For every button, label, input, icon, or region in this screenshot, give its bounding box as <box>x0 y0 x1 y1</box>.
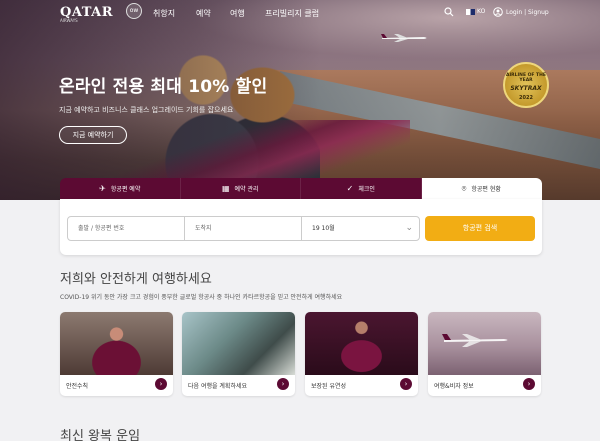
latest-fares-title: 최신 왕복 운임 <box>60 429 141 441</box>
safe-travel-title: 저희와 안전하게 여행하세요 <box>60 272 212 287</box>
card-travel-visa[interactable]: 여행&비자 정보 › <box>428 312 541 396</box>
book-now-button[interactable]: 지금 예약하기 <box>59 126 127 144</box>
card-plan-trip[interactable]: 다음 여행을 계획하세요 › <box>182 312 295 396</box>
departure-input[interactable]: 출발 / 항공편 번호 <box>67 216 185 241</box>
card-image <box>428 312 541 375</box>
arrow-right-icon[interactable]: › <box>155 378 167 390</box>
date-value: 19 10월 <box>312 225 335 232</box>
nav-privilege-club[interactable]: 프리빌리지 클럽 <box>265 8 319 19</box>
nav-book[interactable]: 예약 <box>196 8 211 19</box>
airplane-icon <box>442 334 508 347</box>
language-selector[interactable]: KO <box>477 8 485 15</box>
plane-icon: ✈ <box>99 184 106 193</box>
card-flexibility[interactable]: 보장된 유연성 › <box>305 312 418 396</box>
calendar-icon: ▦ <box>221 184 230 193</box>
card-image <box>305 312 418 375</box>
tab-label: 예약 관리 <box>234 186 259 193</box>
tab-label: 항공편 예약 <box>110 186 141 193</box>
card-image <box>60 312 173 375</box>
arrow-right-icon[interactable]: › <box>277 378 289 390</box>
arrow-right-icon[interactable]: › <box>400 378 412 390</box>
award-line3: 2022 <box>519 95 533 101</box>
booking-panel: 출발 / 항공편 번호 도착지 19 10월 ⌄ 항공편 검색 <box>60 199 542 255</box>
login-signup-link[interactable]: Login | Signup <box>506 9 549 16</box>
tab-label: 항공편 현황 <box>471 186 501 193</box>
tab-check-in[interactable]: ✓ 체크인 <box>301 178 422 199</box>
destination-input[interactable]: 도착지 <box>184 216 302 241</box>
hero-headline: 온라인 전용 최대 10% 할인 <box>59 77 268 97</box>
tab-manage-booking[interactable]: ▦ 예약 관리 <box>180 178 301 199</box>
tab-label: 체크인 <box>358 186 375 193</box>
flag-icon[interactable] <box>466 9 475 15</box>
award-line1: AIRLINE OF THE YEAR <box>506 73 546 83</box>
user-icon[interactable] <box>493 7 503 20</box>
date-select[interactable]: 19 10월 ⌄ <box>301 216 420 241</box>
card-image <box>182 312 295 375</box>
award-line2: SKYTRAX <box>510 85 542 92</box>
arrow-right-icon[interactable]: › <box>523 378 535 390</box>
award-badge: AIRLINE OF THE YEAR SKYTRAX 2022 <box>503 62 549 108</box>
airplane-icon <box>381 34 427 42</box>
safe-travel-description: COVID-19 위기 동안 가장 크고 경험이 풍부한 글로벌 항공사 중 하… <box>60 294 343 301</box>
location-icon: ⌾ <box>461 183 467 193</box>
oneworld-logo: ow <box>126 3 142 19</box>
search-flights-button[interactable]: 항공편 검색 <box>425 216 535 241</box>
top-nav: QATAR AIRWAYS ow 취항지 예약 여행 프리빌리지 클럽 KO L… <box>0 0 600 26</box>
logo-subtitle: AIRWAYS <box>60 18 78 23</box>
hero-banner: AIRLINE OF THE YEAR SKYTRAX 2022 온라인 전용 … <box>0 0 600 200</box>
tab-book-flight[interactable]: ✈ 항공편 예약 <box>60 178 181 199</box>
hero-subline: 지금 예약하고 비즈니스 클래스 업그레이드 기회를 잡으세요 <box>59 106 234 114</box>
nav-travel[interactable]: 여행 <box>230 8 245 19</box>
check-icon: ✓ <box>346 184 354 193</box>
hero-shade <box>0 0 320 200</box>
chevron-down-icon: ⌄ <box>405 223 413 233</box>
booking-tabs: ✈ 항공편 예약 ▦ 예약 관리 ✓ 체크인 ⌾ 항공편 현황 <box>60 178 542 199</box>
nav-destinations[interactable]: 취항지 <box>153 8 175 19</box>
tab-flight-status[interactable]: ⌾ 항공편 현황 <box>421 178 542 199</box>
search-icon[interactable] <box>444 7 454 20</box>
card-safety[interactable]: 안전수칙 › <box>60 312 173 396</box>
